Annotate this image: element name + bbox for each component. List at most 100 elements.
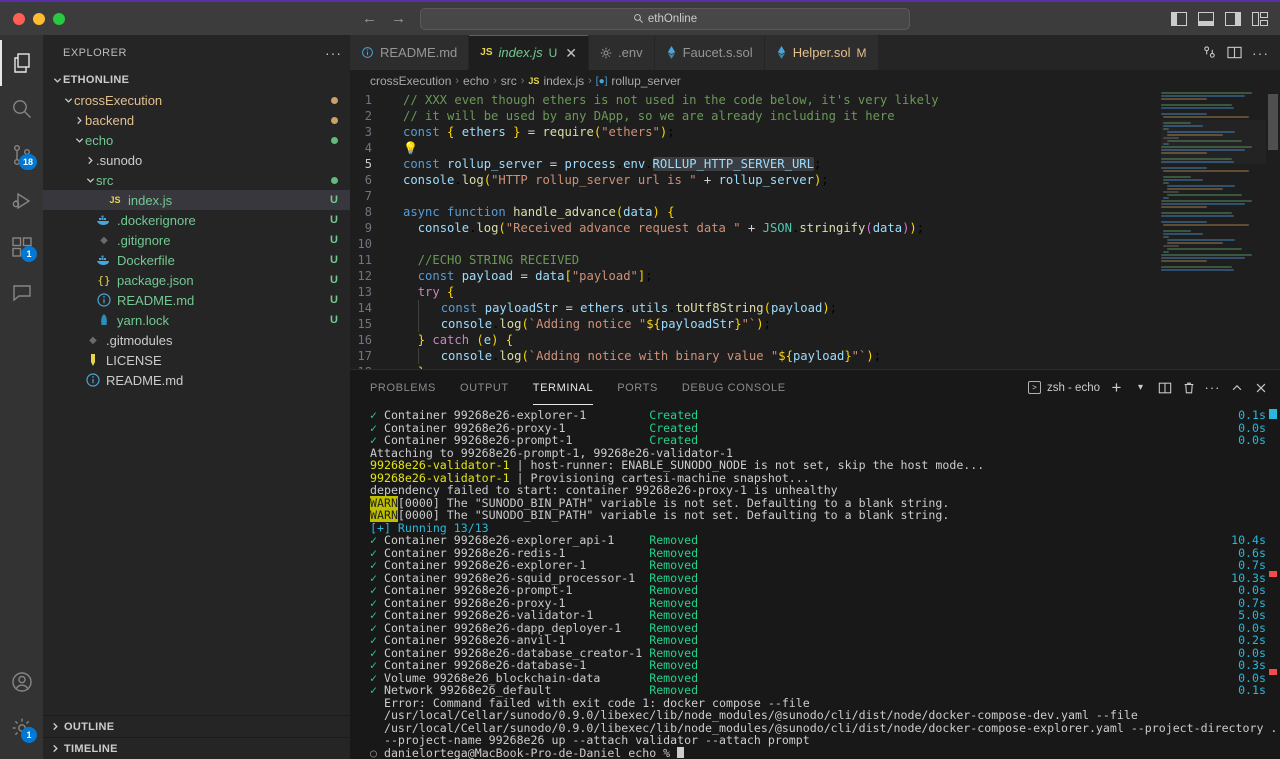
git-status-badge: U — [330, 274, 338, 286]
terminal-selector[interactable]: > zsh - echo — [1027, 381, 1100, 394]
chevron-right-icon[interactable] — [73, 116, 85, 125]
customize-layout-icon[interactable] — [1252, 11, 1268, 26]
editor-more-actions-icon[interactable]: ··· — [1252, 46, 1269, 60]
sidebar-section-outline[interactable]: OUTLINE — [43, 715, 350, 737]
close-panel-icon[interactable] — [1253, 380, 1268, 395]
terminal-output[interactable]: ✓ Container 99268e26-explorer-1 Created 0… — [350, 405, 1280, 759]
editor-scrollbar-thumb[interactable] — [1268, 94, 1278, 150]
tree-folder-src[interactable]: src — [43, 170, 350, 190]
tree-folder-.sunodo[interactable]: .sunodo — [43, 150, 350, 170]
terminal-prompt-line[interactable]: ○ danielortega@MacBook-Pro-de-Daniel ech… — [370, 746, 1280, 759]
editor-tab-Helper.sol[interactable]: Helper.sol M — [764, 35, 879, 70]
explorer-more-actions-icon[interactable]: ··· — [325, 46, 342, 60]
tree-folder-crossExecution[interactable]: crossExecution — [43, 90, 350, 110]
toggle-primary-sidebar-icon[interactable] — [1171, 11, 1187, 26]
panel-tab-output[interactable]: OUTPUT — [460, 370, 509, 405]
split-editor-icon[interactable] — [1227, 45, 1242, 60]
panel-tab-debug-console[interactable]: DEBUG CONSOLE — [682, 370, 786, 405]
chevron-down-icon[interactable] — [51, 76, 63, 85]
timeline-label: TIMELINE — [64, 742, 118, 755]
editor-tab-.env[interactable]: .env — [589, 35, 655, 70]
tree-file-.dockerignore[interactable]: .dockerignore U — [43, 210, 350, 230]
toggle-secondary-sidebar-icon[interactable] — [1225, 11, 1241, 26]
info-icon — [362, 47, 373, 58]
sidebar-section-timeline[interactable]: TIMELINE — [43, 737, 350, 759]
editor-scrollbar[interactable] — [1266, 92, 1280, 369]
activity-accounts[interactable] — [0, 659, 43, 705]
editor-tab-index.js[interactable]: JS index.js U ✕ — [469, 35, 590, 70]
yarn-icon — [96, 312, 112, 328]
breadcrumb-item[interactable]: [●] rollup_server — [596, 74, 681, 88]
go-back-icon[interactable]: ← — [362, 11, 377, 26]
source-control-badge: 18 — [18, 154, 37, 170]
activity-remote-explorer[interactable] — [0, 270, 43, 316]
tree-file-README.md[interactable]: README.md — [43, 370, 350, 390]
js-icon: JS — [107, 195, 123, 205]
code-line: 12 const payload = data["payload"]; — [350, 268, 1280, 284]
tree-file-Dockerfile[interactable]: Dockerfile U — [43, 250, 350, 270]
tree-file-LICENSE[interactable]: LICENSE — [43, 350, 350, 370]
tree-file-.gitmodules[interactable]: ◆ .gitmodules — [43, 330, 350, 350]
terminal-profile-chevron-icon[interactable]: ▾ — [1133, 380, 1148, 395]
chevron-down-icon[interactable] — [84, 176, 96, 185]
breadcrumb-item[interactable]: JS index.js — [528, 74, 584, 88]
tree-folder-echo[interactable]: echo — [43, 130, 350, 150]
breadcrumb-label: crossExecution — [370, 74, 452, 88]
activity-settings[interactable]: 1 — [0, 705, 43, 751]
chevron-right-icon[interactable] — [84, 156, 96, 165]
trash-icon — [1184, 382, 1193, 393]
tree-file-README.md[interactable]: README.md U — [43, 290, 350, 310]
editor-tab-README.md[interactable]: README.md — [350, 35, 470, 70]
split-terminal-icon[interactable] — [1157, 380, 1172, 395]
code-editor[interactable]: 1 // XXX even though ethers is not used i… — [350, 92, 1280, 369]
breadcrumb-item[interactable]: crossExecution — [370, 74, 451, 88]
line-content: console.log(`Adding notice "${payloadStr… — [394, 316, 1280, 332]
license-icon — [91, 354, 95, 366]
activity-source-control[interactable]: 18 — [0, 132, 43, 178]
go-forward-icon[interactable]: → — [391, 11, 406, 26]
toggle-panel-icon[interactable] — [1198, 11, 1214, 26]
run-debug-icon — [12, 192, 30, 210]
panel-tab-label: DEBUG CONSOLE — [681, 381, 786, 394]
panel-tab-ports[interactable]: PORTS — [617, 370, 658, 405]
activity-search[interactable] — [0, 86, 43, 132]
layout-controls — [1171, 11, 1268, 26]
panel-tabs: PROBLEMS OUTPUT TERMINAL PORTS DEBUG CONSOLE — [370, 370, 810, 405]
terminal-shell-icon: > — [1027, 381, 1041, 394]
tree-item-label: echo — [85, 132, 114, 148]
breadcrumb-item[interactable]: src — [501, 74, 517, 88]
tree-root[interactable]: ETHONLINE — [43, 70, 350, 90]
panel-more-actions-icon[interactable]: ··· — [1205, 380, 1220, 395]
tree-folder-backend[interactable]: backend — [43, 110, 350, 130]
kill-terminal-icon[interactable] — [1181, 380, 1196, 395]
panel-tab-terminal[interactable]: TERMINAL — [532, 370, 594, 405]
quick-search-input[interactable]: ethOnline — [420, 7, 910, 30]
editor-tab-Faucet.s.sol[interactable]: Faucet.s.sol — [654, 35, 765, 70]
docker-icon — [96, 252, 112, 268]
activity-extensions[interactable]: 1 — [0, 224, 43, 270]
new-terminal-icon[interactable]: + — [1109, 379, 1124, 396]
panel-tab-problems[interactable]: PROBLEMS — [370, 370, 436, 405]
terminal-scroll-marker-error-2 — [1269, 669, 1277, 675]
editor-tab-close-icon[interactable]: ✕ — [565, 46, 577, 60]
docker-icon — [97, 215, 109, 225]
minimize-window-button[interactable] — [33, 12, 45, 25]
maximize-window-button[interactable] — [53, 12, 65, 25]
close-window-button[interactable] — [13, 12, 25, 25]
maximize-panel-icon[interactable] — [1229, 380, 1244, 395]
code-line: 17 console.log(`Adding notice with binar… — [350, 348, 1280, 364]
breadcrumb-item[interactable]: echo — [463, 74, 489, 88]
chevron-down-icon[interactable] — [62, 96, 74, 105]
activity-run-debug[interactable] — [0, 178, 43, 224]
tree-file-yarn.lock[interactable]: yarn.lock U — [43, 310, 350, 330]
run-or-debug-icon[interactable] — [1202, 45, 1217, 60]
breadcrumb: crossExecution › echo › src › JS index.js › [●] … — [350, 70, 1280, 92]
quick-fix-lightbulb-icon[interactable]: 💡 — [403, 141, 418, 155]
tree-file-index.js[interactable]: JS index.js U — [43, 190, 350, 210]
terminal-scrollbar[interactable] — [1266, 405, 1280, 759]
activity-explorer[interactable] — [0, 40, 43, 86]
line-number: 10 — [357, 237, 372, 251]
chevron-down-icon[interactable] — [73, 136, 85, 145]
tree-file-.gitignore[interactable]: ◆ .gitignore U — [43, 230, 350, 250]
tree-file-package.json[interactable]: {} package.json U — [43, 270, 350, 290]
